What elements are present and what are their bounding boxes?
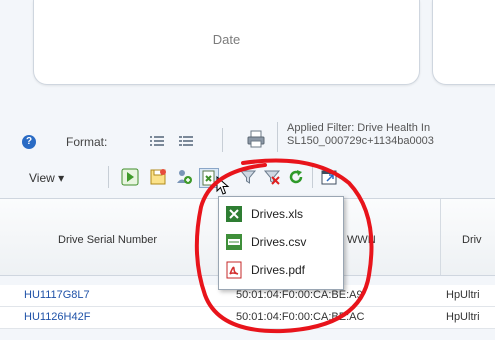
- view-menu[interactable]: View ▾: [29, 171, 64, 185]
- right-card: [432, 0, 495, 85]
- applied-filter-text: Applied Filter: Drive Health In SL150_00…: [287, 122, 495, 148]
- column-header-serial[interactable]: Drive Serial Number: [58, 234, 157, 246]
- format-label: Format:: [66, 135, 108, 149]
- date-card: Date: [33, 0, 420, 85]
- serial-cell[interactable]: HU1126H42F: [24, 311, 90, 323]
- filter-divider: [277, 122, 278, 152]
- applied-filter-line1: Applied Filter: Drive Health In: [287, 122, 431, 134]
- date-card-label: Date: [212, 32, 241, 47]
- toolbar-divider: [222, 128, 223, 152]
- column-header-drive[interactable]: Driv: [462, 234, 482, 246]
- columns-format-icon[interactable]: [178, 133, 194, 149]
- run-report-icon[interactable]: [121, 168, 139, 186]
- help-icon[interactable]: ?: [22, 135, 36, 149]
- list-format-icon[interactable]: [149, 133, 165, 149]
- applied-filter-line2: SL150_000729c+1134ba0003: [287, 135, 434, 147]
- annotation-circle: [183, 155, 383, 340]
- drive-cell: HpUltri: [446, 289, 480, 301]
- view-divider: [108, 166, 109, 188]
- drive-cell: HpUltri: [446, 311, 480, 323]
- print-icon[interactable]: [246, 129, 266, 149]
- serial-cell[interactable]: HU1117G8L7: [24, 289, 90, 301]
- save-report-icon[interactable]: [149, 168, 167, 186]
- column-divider: [440, 199, 441, 275]
